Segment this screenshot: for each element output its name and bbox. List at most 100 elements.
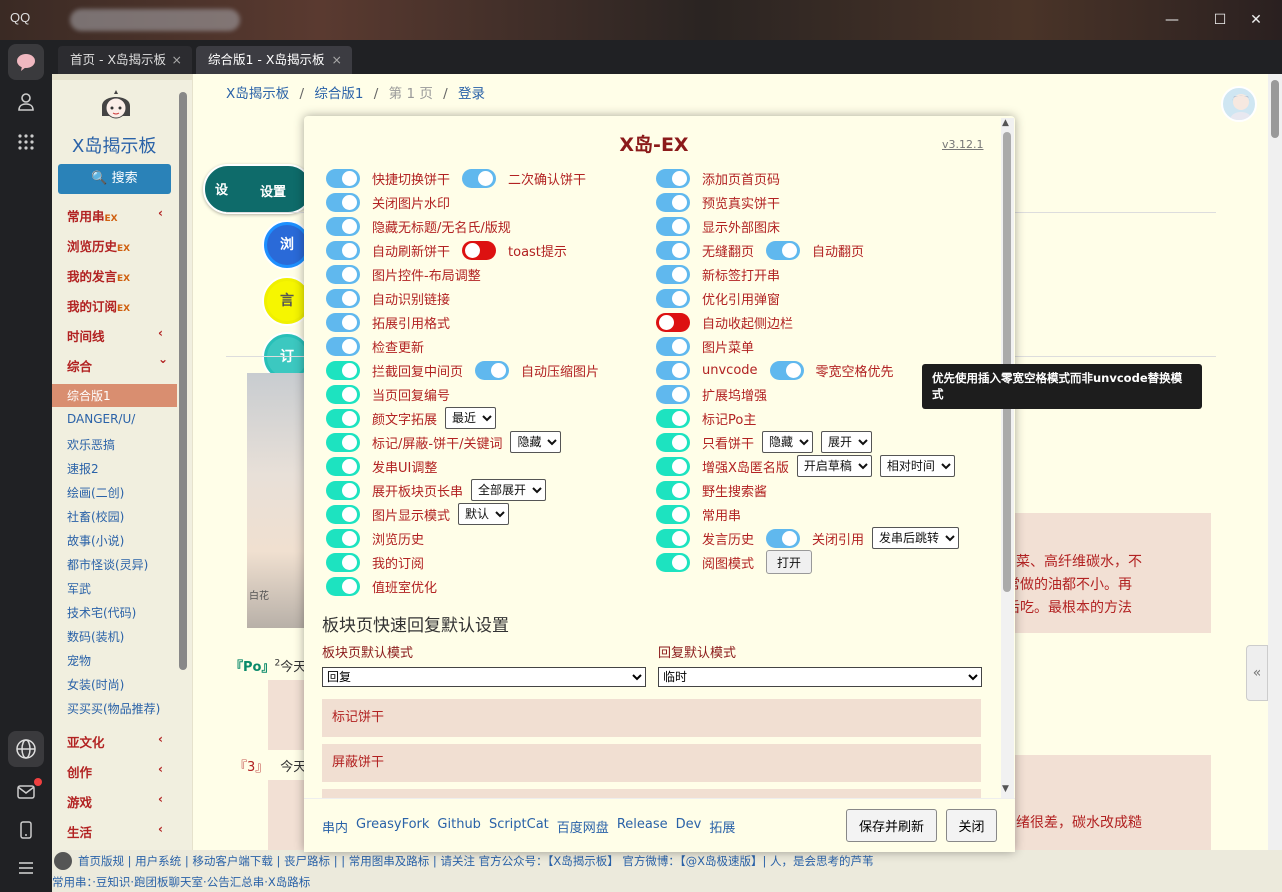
setting-select[interactable]: 展开 <box>821 431 873 453</box>
setting-toggle[interactable] <box>656 480 690 500</box>
sidebar-group-creation[interactable]: 创作 ‹ <box>67 762 163 781</box>
setting-select[interactable]: 相对时间 <box>879 455 955 477</box>
setting-toggle[interactable] <box>326 288 360 308</box>
sidebar-item-my-posts[interactable]: 我的发言EX <box>67 266 130 285</box>
dialog-footer-link[interactable]: 拓展 <box>709 817 735 836</box>
globe-icon[interactable] <box>8 731 44 767</box>
setting-toggle[interactable] <box>326 576 360 596</box>
page-scrollbar-thumb[interactable] <box>1271 80 1279 138</box>
sidebar-group-life[interactable]: 生活 ‹ <box>67 822 163 841</box>
version-link[interactable]: v3.12.1 <box>942 138 984 151</box>
chat-bubble-icon[interactable] <box>8 44 44 80</box>
footer-common-threads[interactable]: 常用串：·豆知识·跑团板聊天室·公告汇总串·X岛路标 <box>52 874 310 890</box>
sidebar-item-subscriptions[interactable]: 我的订阅EX <box>67 296 130 315</box>
setting-toggle[interactable] <box>656 192 690 212</box>
block-cookie-section[interactable]: 屏蔽饼干 <box>322 744 981 782</box>
setting-toggle[interactable] <box>769 360 804 380</box>
sidebar-scrollbar[interactable] <box>179 92 187 670</box>
breadcrumb-login[interactable]: 登录 <box>458 86 485 102</box>
setting-toggle[interactable] <box>326 480 360 500</box>
tab-home[interactable]: 首页 - X岛揭示板 × <box>58 46 192 74</box>
sidebar-group-games[interactable]: 游戏 ‹ <box>67 792 163 811</box>
setting-toggle[interactable] <box>656 216 690 236</box>
sidebar-board-item[interactable]: 速报2 <box>67 460 99 477</box>
setting-toggle[interactable] <box>656 240 690 260</box>
setting-toggle[interactable] <box>326 432 360 452</box>
sidebar-active-board[interactable]: 综合版1 <box>52 384 177 407</box>
sidebar-board-item[interactable]: 技术宅(代码) <box>67 604 136 621</box>
footer-links[interactable]: 首页版规 | 用户系统 | 移动客户端下载 | 丧尸路标 | | 常用图串及路标… <box>78 853 874 869</box>
sidebar-board-item[interactable]: DANGER/U/ <box>67 412 135 426</box>
setting-toggle[interactable] <box>656 456 690 476</box>
sidebar-board-item[interactable]: 绘画(二创) <box>67 484 124 501</box>
contacts-icon[interactable] <box>8 84 44 120</box>
settings-pill[interactable]: 设 设置 <box>203 164 313 214</box>
collapse-panel-button[interactable]: « <box>1246 645 1268 701</box>
setting-toggle[interactable] <box>326 192 360 212</box>
mark-cookie-section[interactable]: 标记饼干 <box>322 699 981 737</box>
board-mode-select[interactable]: 回复 <box>322 667 646 687</box>
setting-toggle[interactable] <box>656 408 690 428</box>
setting-toggle[interactable] <box>656 552 690 572</box>
close-dialog-button[interactable]: 关闭 <box>946 809 997 842</box>
reply-mode-select[interactable]: 临时 <box>658 667 982 687</box>
setting-toggle[interactable] <box>326 336 360 356</box>
menu-icon[interactable] <box>8 850 44 886</box>
setting-select[interactable]: 隐藏 <box>510 431 562 453</box>
setting-toggle[interactable] <box>656 336 690 356</box>
setting-select[interactable]: 开启草稿 <box>796 455 872 477</box>
setting-toggle[interactable] <box>326 384 360 404</box>
setting-toggle[interactable] <box>656 384 690 404</box>
sidebar-board-item[interactable]: 军武 <box>67 580 91 597</box>
dialog-footer-link[interactable]: Dev <box>676 817 702 836</box>
minimize-button[interactable]: — <box>1160 8 1184 32</box>
setting-select[interactable]: 默认 <box>458 503 510 525</box>
dialog-footer-link[interactable]: ScriptCat <box>489 817 549 836</box>
sidebar-item-general[interactable]: 综合 ⌄ <box>67 352 168 375</box>
setting-toggle[interactable] <box>656 312 690 332</box>
sidebar-title[interactable]: X岛揭示板 <box>72 132 156 158</box>
page-scrollbar[interactable] <box>1268 74 1282 850</box>
dialog-scrollbar-thumb[interactable] <box>1003 132 1011 592</box>
setting-toggle[interactable] <box>326 408 360 428</box>
setting-select[interactable]: 全部展开 <box>471 479 547 501</box>
setting-toggle[interactable] <box>766 240 801 260</box>
search-button[interactable]: 🔍 搜索 <box>58 164 171 194</box>
sidebar-board-item[interactable]: 宠物 <box>67 652 91 669</box>
setting-toggle[interactable] <box>326 312 360 332</box>
phone-icon[interactable] <box>8 812 44 848</box>
setting-toggle[interactable] <box>462 240 497 260</box>
sidebar-group-subculture[interactable]: 亚文化 ‹ <box>67 732 163 751</box>
setting-toggle[interactable] <box>656 264 690 284</box>
scroll-up-arrow-icon[interactable]: ▲ <box>1002 118 1009 128</box>
setting-toggle[interactable] <box>462 168 497 188</box>
sidebar-board-item[interactable]: 社畜(校园) <box>67 508 124 525</box>
setting-toggle[interactable] <box>656 168 690 188</box>
breadcrumb-board[interactable]: 综合版1 <box>314 86 363 102</box>
scroll-down-arrow-icon[interactable]: ▼ <box>1002 784 1009 794</box>
dialog-footer-link[interactable]: GreasyFork <box>356 817 429 836</box>
setting-select[interactable]: 隐藏 <box>762 431 814 453</box>
setting-toggle[interactable] <box>656 528 690 548</box>
tab-close-icon[interactable]: × <box>332 46 342 74</box>
sidebar-board-item[interactable]: 数码(装机) <box>67 628 124 645</box>
setting-toggle[interactable] <box>326 360 360 380</box>
dialog-footer-link[interactable]: 百度网盘 <box>557 817 609 836</box>
setting-toggle[interactable] <box>656 288 690 308</box>
setting-open-button[interactable]: 打开 <box>766 550 813 574</box>
apps-grid-icon[interactable] <box>8 124 44 160</box>
user-avatar[interactable] <box>1221 86 1257 122</box>
setting-toggle[interactable] <box>326 216 360 236</box>
dialog-footer-link[interactable]: 串内 <box>322 817 348 836</box>
close-window-button[interactable]: ✕ <box>1244 8 1268 32</box>
breadcrumb-site[interactable]: X岛揭示板 <box>226 86 289 102</box>
tab-close-icon[interactable]: × <box>172 46 182 74</box>
setting-select[interactable]: 最近 <box>445 407 497 429</box>
setting-toggle[interactable] <box>656 432 690 452</box>
sidebar-item-favorites[interactable]: 常用串EX ‹ <box>67 206 163 225</box>
setting-toggle[interactable] <box>326 528 360 548</box>
sidebar-item-history[interactable]: 浏览历史EX <box>67 236 130 255</box>
maximize-button[interactable]: ☐ <box>1208 8 1232 32</box>
setting-toggle[interactable] <box>656 504 690 524</box>
setting-toggle[interactable] <box>326 552 360 572</box>
